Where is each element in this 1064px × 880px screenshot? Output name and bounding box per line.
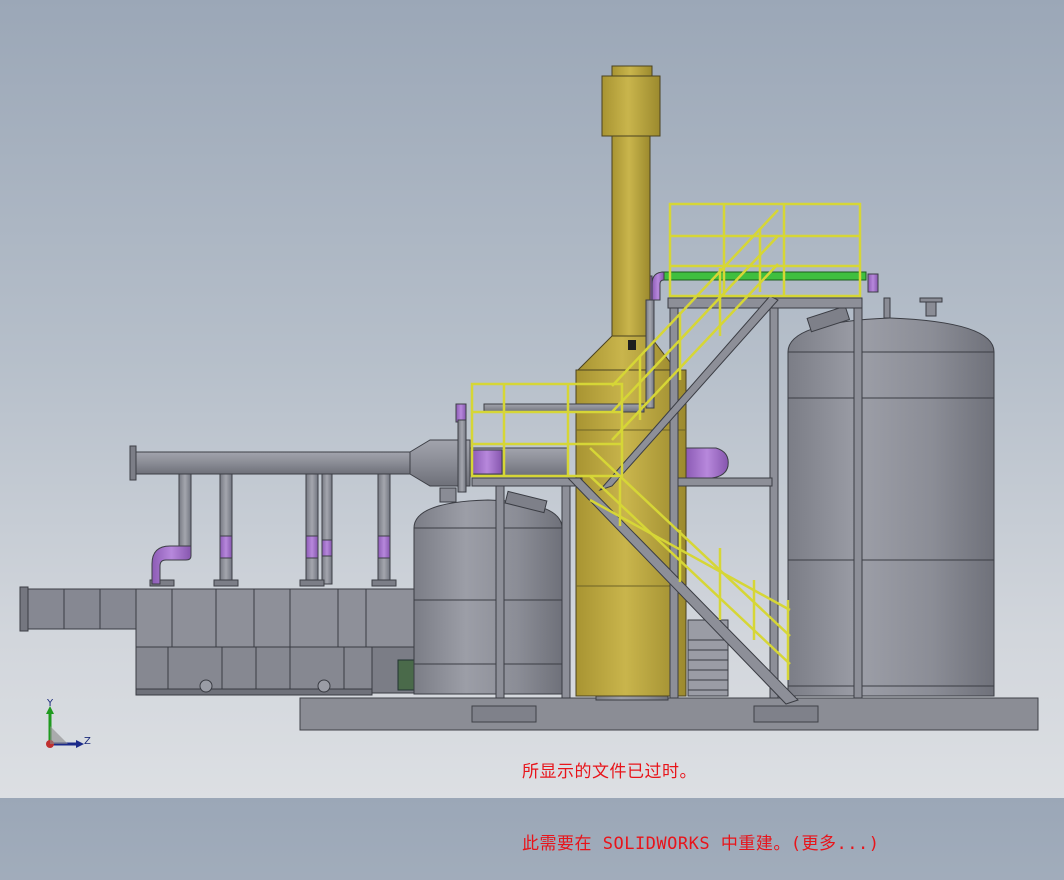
y-axis-label: Y (47, 698, 54, 709)
air-duct (19, 586, 139, 632)
z-axis-label: Z (84, 736, 91, 747)
rebuild-notice[interactable]: 所显示的文件已过时。 此需要在 SOLIDWORKS 中重建。(更多...) (522, 712, 880, 880)
axis-triad: Y Z (38, 698, 98, 756)
notice-line-outdated: 所显示的文件已过时。 (522, 762, 697, 782)
model-viewport[interactable] (0, 0, 1064, 798)
left-tank (413, 487, 563, 695)
filter-box-unit (135, 588, 419, 696)
branch-pipes (149, 473, 397, 587)
notice-line-rebuild[interactable]: 此需要在 SOLIDWORKS 中重建。(更多...) (522, 832, 880, 856)
right-tank (787, 297, 995, 697)
